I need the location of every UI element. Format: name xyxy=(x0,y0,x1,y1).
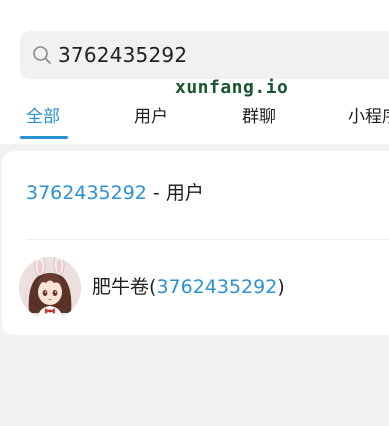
header-suffix: - 用户 xyxy=(146,182,204,204)
user-highlighted-id: 3762435292 xyxy=(156,276,278,298)
user-close-paren: ) xyxy=(277,276,285,298)
results-card: 3762435292 - 用户 肥牛卷(3762435292) xyxy=(2,151,389,335)
search-query[interactable]: 3762435292 xyxy=(58,43,187,67)
avatar xyxy=(19,257,81,319)
search-input[interactable]: 3762435292 xyxy=(20,31,389,79)
user-name-line: 肥牛卷(3762435292) xyxy=(92,274,285,300)
tab-all[interactable]: 全部 xyxy=(26,106,60,128)
user-nickname: 肥牛卷 xyxy=(92,276,150,298)
tab-users[interactable]: 用户 xyxy=(134,106,168,128)
divider xyxy=(26,239,389,240)
result-section-header: 3762435292 - 用户 xyxy=(26,180,204,206)
header-highlighted-id: 3762435292 xyxy=(26,182,147,204)
user-result-item[interactable]: 肥牛卷(3762435292) xyxy=(19,257,389,319)
tab-groups[interactable]: 群聊 xyxy=(242,106,276,128)
search-header: 3762435292 xunfang.io 全部 用户 群聊 小程序 xyxy=(0,0,389,144)
watermark: xunfang.io xyxy=(175,77,289,98)
category-tabs: 全部 用户 群聊 小程序 xyxy=(0,102,389,142)
search-icon xyxy=(33,46,51,64)
tab-mini-programs[interactable]: 小程序 xyxy=(348,106,389,128)
anime-girl-avatar-icon xyxy=(19,257,81,319)
active-tab-indicator xyxy=(20,136,68,139)
